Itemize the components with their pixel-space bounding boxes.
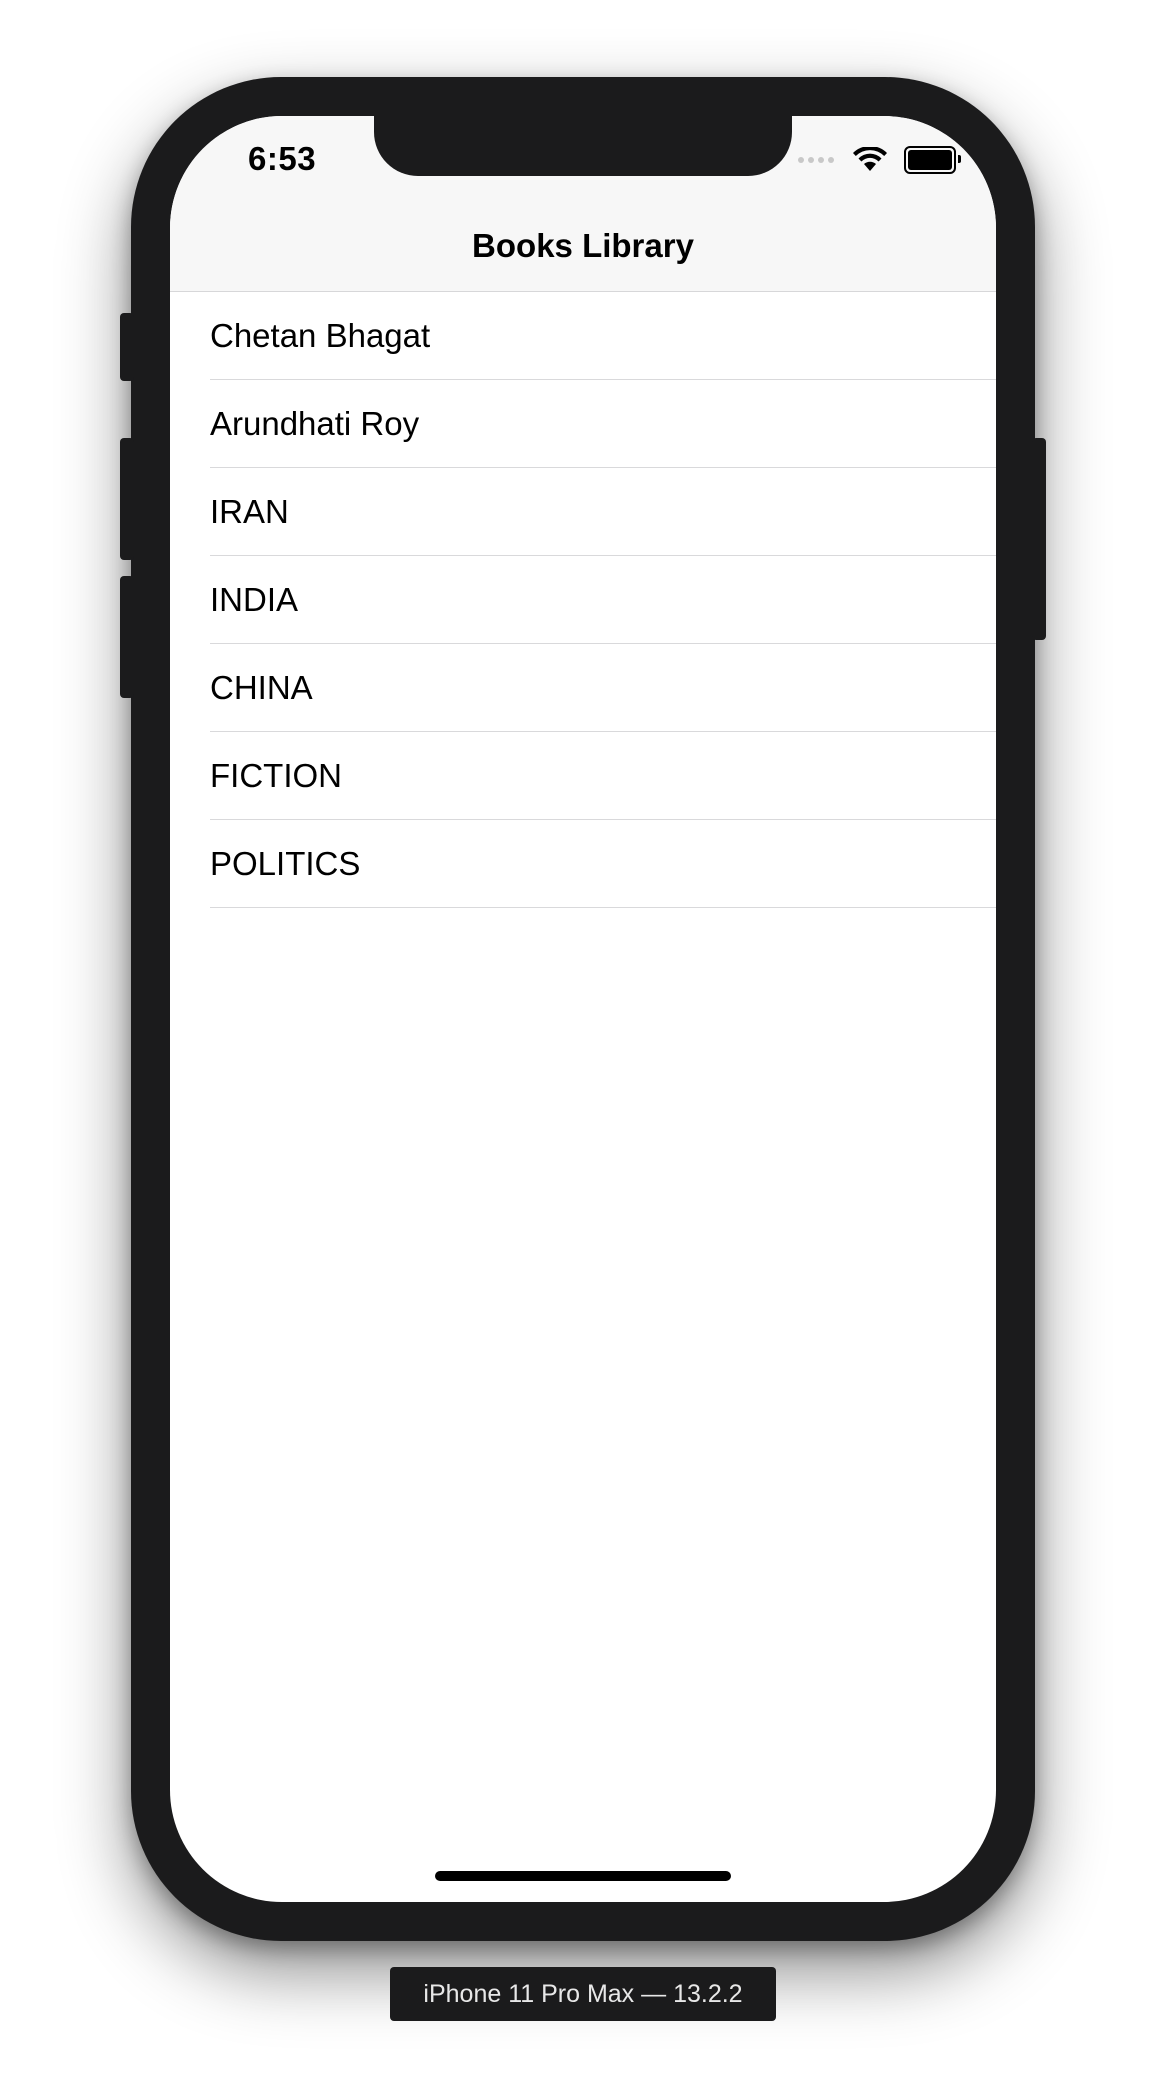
list-item[interactable]: FICTION	[170, 732, 996, 820]
simulator-device-label: iPhone 11 Pro Max — 13.2.2	[390, 1967, 776, 2021]
list-item[interactable]: POLITICS	[170, 820, 996, 908]
power-button	[1032, 438, 1046, 640]
list-item-label: FICTION	[210, 757, 342, 794]
wifi-icon	[853, 147, 887, 171]
list-item[interactable]: CHINA	[170, 644, 996, 732]
volume-up-button	[120, 438, 134, 560]
status-icons	[798, 144, 961, 176]
list-item-label: POLITICS	[210, 845, 361, 882]
list-item-label: INDIA	[210, 581, 299, 618]
list-item[interactable]: Arundhati Roy	[170, 380, 996, 468]
notch	[374, 116, 792, 176]
list-item-label: IRAN	[210, 493, 289, 530]
screen: 6:53 Books Library Chetan Bhagat Arundha…	[170, 116, 996, 1902]
list-item-label: CHINA	[210, 669, 313, 706]
iphone-frame: 6:53 Books Library Chetan Bhagat Arundha…	[120, 77, 1046, 1941]
page-title: Books Library	[472, 227, 694, 264]
silent-switch	[120, 313, 134, 381]
home-indicator[interactable]	[435, 1871, 731, 1881]
list-item[interactable]: INDIA	[170, 556, 996, 644]
books-table: Chetan Bhagat Arundhati Roy IRAN INDIA C…	[170, 292, 996, 908]
list-item[interactable]: Chetan Bhagat	[170, 292, 996, 380]
list-item-label: Chetan Bhagat	[210, 317, 431, 354]
cellular-signal-icon	[798, 157, 834, 163]
list-item[interactable]: IRAN	[170, 468, 996, 556]
list-item-label: Arundhati Roy	[210, 405, 420, 442]
volume-down-button	[120, 576, 134, 698]
battery-icon	[904, 146, 961, 174]
row-separator	[210, 907, 996, 908]
status-time: 6:53	[248, 140, 317, 177]
